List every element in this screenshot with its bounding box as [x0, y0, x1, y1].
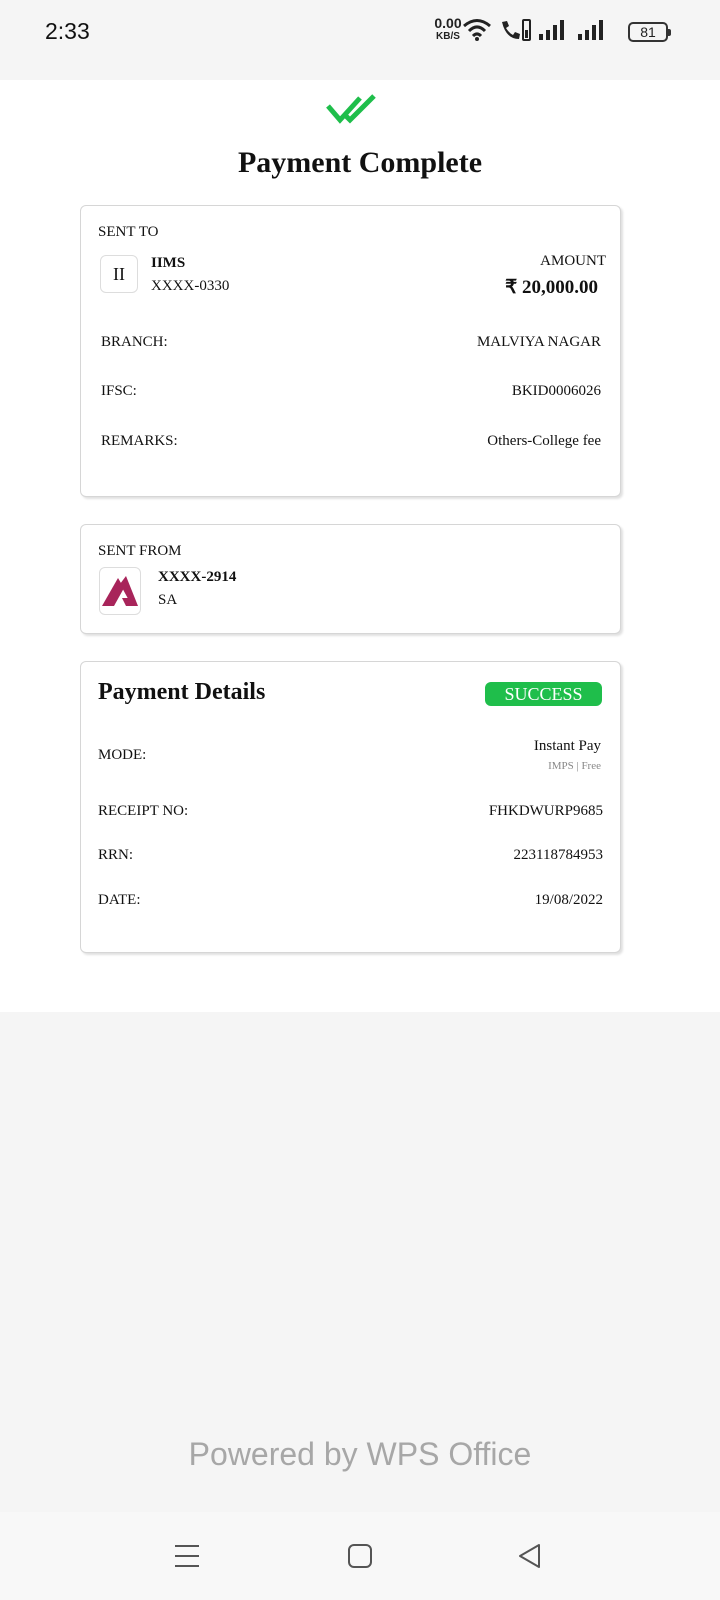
axis-bank-logo	[99, 567, 141, 615]
sent-from-card: SENT FROM XXXX-2914 SA	[80, 524, 621, 634]
amount-label: AMOUNT	[540, 253, 606, 269]
date-label: DATE:	[98, 892, 141, 908]
signal-icon	[578, 20, 603, 40]
net-speed-value: 0.00	[434, 15, 462, 31]
mode-label: MODE:	[98, 747, 147, 763]
sender-account: XXXX-2914	[158, 569, 237, 585]
payment-details-heading: Payment Details	[98, 679, 266, 705]
branch-label: BRANCH:	[101, 334, 168, 350]
branch-value: MALVIYA NAGAR	[476, 334, 601, 350]
payee-account: XXXX-0330	[151, 278, 230, 294]
rrn-value: 223118784953	[513, 847, 603, 863]
back-button[interactable]	[508, 1534, 552, 1578]
network-speed: 0.00 KB/S	[430, 15, 466, 42]
payment-details-card: Payment Details SUCCESS MODE: Instant Pa…	[80, 661, 621, 953]
navigation-bar	[0, 1512, 720, 1600]
bank-logo-icon	[102, 576, 138, 606]
powered-by-text: Powered by WPS Office	[188, 1436, 532, 1472]
sent-from-heading: SENT FROM	[98, 543, 182, 559]
amount-value: ₹ 20,000.00	[505, 277, 598, 298]
battery-icon: 81	[628, 22, 671, 42]
receipt-label: RECEIPT NO:	[98, 803, 189, 819]
home-button[interactable]	[338, 1534, 382, 1578]
wifi-icon	[463, 19, 491, 41]
mode-sub: IMPS | Free	[548, 760, 601, 772]
clock: 2:33	[45, 18, 90, 44]
sent-to-card: SENT TO II IIMS XXXX-0330 AMOUNT ₹ 20,00…	[80, 205, 621, 497]
volte-call-icon	[502, 19, 531, 41]
ifsc-value: BKID0006026	[511, 383, 601, 399]
remarks-label: REMARKS:	[101, 433, 178, 449]
remarks-value: Others-College fee	[487, 433, 601, 449]
ifsc-label: IFSC:	[101, 383, 137, 399]
net-speed-unit: KB/S	[436, 31, 460, 42]
mode-value: Instant Pay	[533, 738, 601, 754]
home-icon	[348, 1544, 372, 1568]
menu-icon	[175, 1545, 199, 1567]
back-icon	[519, 1544, 540, 1568]
payee-name: IIMS	[151, 255, 186, 271]
page-title: Payment Complete	[237, 146, 483, 179]
sender-account-type: SA	[158, 592, 178, 608]
sent-to-heading: SENT TO	[98, 224, 159, 240]
receipt-value: FHKDWURP9685	[488, 803, 603, 819]
double-check-icon	[326, 94, 376, 124]
avatar: II	[100, 255, 138, 293]
rrn-label: RRN:	[98, 847, 134, 863]
signal-icon	[539, 20, 564, 40]
date-value: 19/08/2022	[534, 892, 603, 908]
status-bar: 2:33 0.00 KB/S 81	[0, 0, 720, 64]
menu-button[interactable]	[165, 1534, 209, 1578]
status-badge: SUCCESS	[485, 682, 602, 706]
